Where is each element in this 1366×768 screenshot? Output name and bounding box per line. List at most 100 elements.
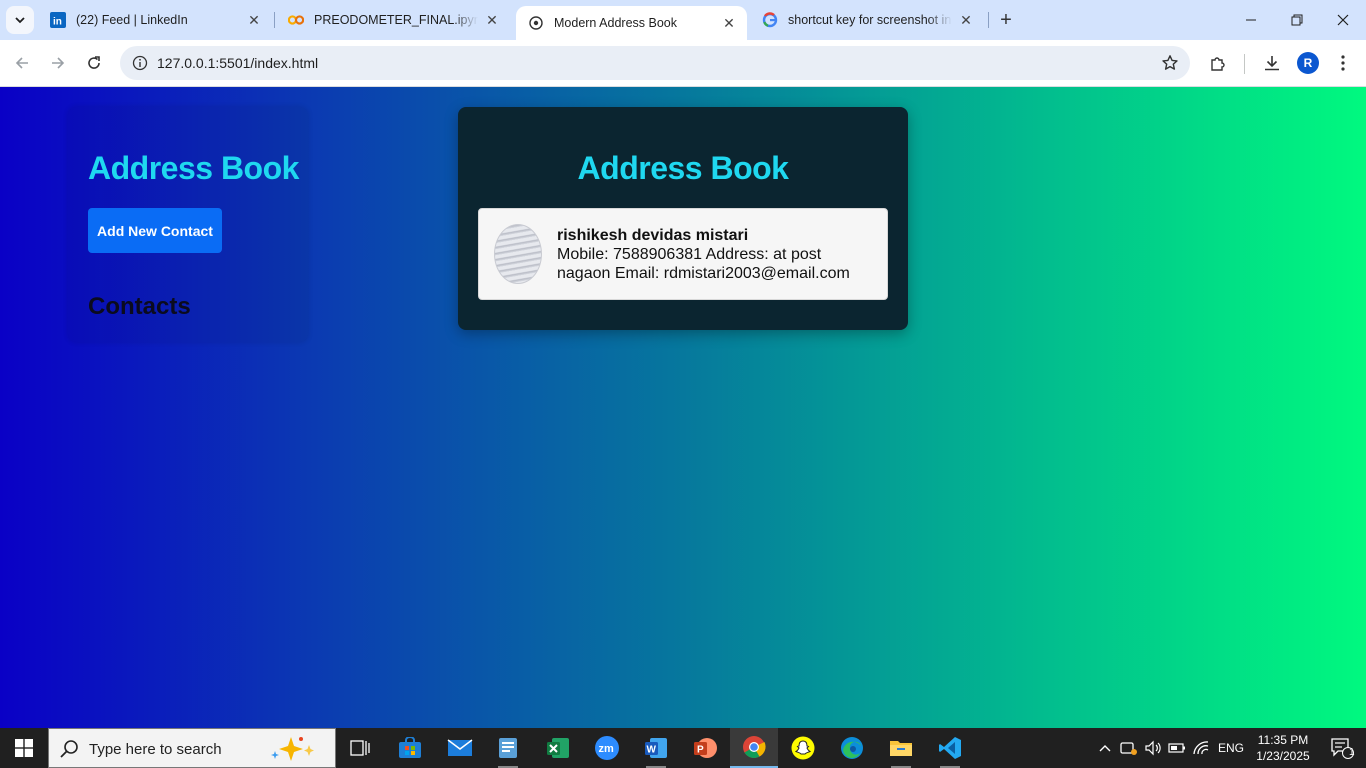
tab-colab[interactable]: PREODOMETER_FINAL.ipynb - Colab ✕ bbox=[276, 0, 510, 40]
taskbar-clock[interactable]: 11:35 PM 1/23/2025 bbox=[1252, 732, 1314, 764]
taskbar-vscode[interactable] bbox=[926, 728, 974, 768]
restore-icon bbox=[1291, 14, 1303, 26]
close-tab-icon[interactable]: ✕ bbox=[958, 12, 974, 28]
globe-icon bbox=[528, 15, 544, 31]
task-view-button[interactable] bbox=[336, 728, 384, 768]
close-tab-icon[interactable]: ✕ bbox=[721, 15, 737, 31]
reload-button[interactable] bbox=[80, 49, 108, 77]
taskbar-mail[interactable] bbox=[436, 728, 484, 768]
tray-meet-now[interactable] bbox=[1118, 728, 1140, 768]
sidebar-title: Address Book bbox=[88, 150, 299, 186]
add-new-contact-button[interactable]: Add New Contact bbox=[88, 208, 222, 253]
toolbar-divider bbox=[1244, 54, 1245, 74]
tab-linkedin[interactable]: in (22) Feed | LinkedIn ✕ bbox=[38, 0, 272, 40]
taskbar-powerpoint[interactable]: P bbox=[681, 728, 729, 768]
show-hidden-icons-button[interactable] bbox=[1094, 728, 1116, 768]
excel-icon bbox=[547, 738, 569, 758]
tab-title: (22) Feed | LinkedIn bbox=[76, 13, 188, 27]
svg-text:zm: zm bbox=[599, 743, 615, 755]
chevron-down-icon bbox=[15, 17, 25, 24]
restore-button[interactable] bbox=[1274, 0, 1320, 40]
new-tab-button[interactable]: + bbox=[994, 8, 1018, 32]
sidebar-panel: Address Book Add New Contact Contacts bbox=[68, 107, 308, 342]
tab-title: shortcut key for screenshot in windows bbox=[788, 13, 952, 27]
svg-text:W: W bbox=[647, 745, 657, 756]
zoom-icon: zm bbox=[595, 736, 619, 760]
browser-toolbar: 127.0.0.1:5501/index.html bbox=[0, 40, 1366, 87]
tab-divider bbox=[988, 12, 989, 28]
address-book-panel: Address Book rishikesh devidas mistari M… bbox=[458, 107, 908, 330]
info-icon[interactable] bbox=[128, 51, 152, 75]
tray-battery[interactable] bbox=[1166, 728, 1188, 768]
contact-card[interactable]: rishikesh devidas mistari Mobile: 758890… bbox=[478, 208, 888, 300]
svg-text:in: in bbox=[53, 17, 62, 28]
arrow-left-icon bbox=[15, 57, 28, 69]
colab-icon bbox=[288, 12, 304, 28]
tray-volume[interactable] bbox=[1142, 728, 1164, 768]
taskbar-search-box[interactable]: Type here to search bbox=[48, 728, 336, 768]
wifi-icon bbox=[1193, 741, 1209, 755]
arrow-right-icon bbox=[52, 57, 65, 69]
taskbar-word[interactable]: W bbox=[632, 728, 680, 768]
browser-menu-button[interactable] bbox=[1329, 49, 1357, 77]
taskbar-app-notepad[interactable] bbox=[484, 728, 532, 768]
folder-icon bbox=[890, 741, 912, 756]
close-window-button[interactable] bbox=[1320, 0, 1366, 40]
windows-logo-icon bbox=[15, 739, 33, 757]
notification-badge: 1 bbox=[1349, 747, 1355, 758]
minimize-icon bbox=[1246, 19, 1256, 21]
volume-icon bbox=[1145, 740, 1161, 756]
store-icon bbox=[399, 737, 421, 758]
page-viewport: Address Book Add New Contact Contacts Ad… bbox=[0, 87, 1366, 728]
tray-network[interactable] bbox=[1190, 728, 1212, 768]
tab-title: PREODOMETER_FINAL.ipynb - Colab bbox=[314, 13, 478, 27]
copilot-sparkle-icon[interactable] bbox=[263, 735, 327, 763]
taskbar-store[interactable] bbox=[386, 728, 434, 768]
reload-icon bbox=[88, 56, 100, 69]
action-center-button[interactable]: 1 bbox=[1318, 728, 1366, 768]
edge-icon bbox=[841, 737, 863, 759]
browser-tabstrip: in (22) Feed | LinkedIn ✕ PREODOMETER_FI… bbox=[0, 0, 1366, 40]
close-tab-icon[interactable]: ✕ bbox=[246, 12, 262, 28]
tab-divider bbox=[274, 12, 275, 28]
camera-icon bbox=[1120, 742, 1137, 755]
svg-text:P: P bbox=[697, 745, 704, 756]
back-button[interactable] bbox=[8, 49, 36, 77]
url-text[interactable]: 127.0.0.1:5501/index.html bbox=[157, 55, 318, 71]
tab-search-button[interactable] bbox=[6, 6, 34, 34]
taskbar-edge[interactable] bbox=[828, 728, 876, 768]
taskbar-chrome[interactable] bbox=[730, 728, 778, 768]
forward-button[interactable] bbox=[44, 49, 72, 77]
tab-title: Modern Address Book bbox=[554, 16, 677, 30]
clock-time: 11:35 PM bbox=[1257, 733, 1309, 747]
minimize-button[interactable] bbox=[1228, 0, 1274, 40]
close-tab-icon[interactable]: ✕ bbox=[484, 12, 500, 28]
contact-details: Mobile: 7588906381 Address: at post naga… bbox=[557, 246, 850, 282]
tray-language[interactable]: ENG bbox=[1214, 728, 1248, 768]
puzzle-icon bbox=[1211, 57, 1225, 71]
address-bar[interactable]: 127.0.0.1:5501/index.html bbox=[120, 46, 1190, 80]
snapchat-icon bbox=[791, 736, 815, 760]
google-icon bbox=[762, 12, 778, 28]
tab-modern-address-book[interactable]: Modern Address Book ✕ bbox=[516, 6, 747, 40]
taskbar-snapchat[interactable] bbox=[779, 728, 827, 768]
tab-google-search[interactable]: shortcut key for screenshot in windows ✕ bbox=[750, 0, 984, 40]
downloads-button[interactable] bbox=[1258, 49, 1286, 77]
start-button[interactable] bbox=[0, 728, 48, 768]
taskbar-zoom[interactable]: zm bbox=[583, 728, 631, 768]
search-icon bbox=[60, 740, 78, 758]
taskbar-file-explorer[interactable] bbox=[877, 728, 925, 768]
panel-title: Address Book bbox=[577, 150, 789, 186]
linkedin-icon: in bbox=[50, 12, 66, 28]
plus-icon: + bbox=[1000, 8, 1012, 31]
clock-date: 1/23/2025 bbox=[1256, 749, 1310, 763]
taskbar-excel[interactable] bbox=[534, 728, 582, 768]
extensions-button[interactable] bbox=[1204, 49, 1232, 77]
bookmark-star-icon[interactable] bbox=[1158, 51, 1182, 75]
chevron-up-icon bbox=[1099, 745, 1111, 752]
battery-icon bbox=[1168, 743, 1185, 753]
task-view-icon bbox=[350, 740, 370, 756]
vscode-icon bbox=[939, 737, 961, 759]
chrome-icon bbox=[743, 736, 766, 758]
profile-avatar[interactable]: R bbox=[1297, 52, 1319, 74]
